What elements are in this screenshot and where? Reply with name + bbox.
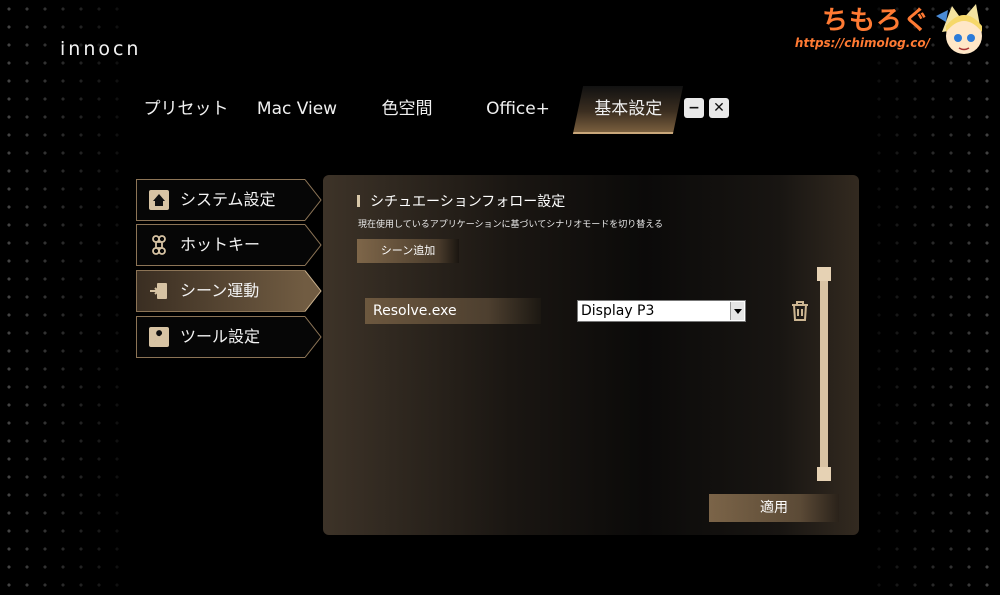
sidebar-item-system-settings[interactable]: システム設定 <box>136 179 322 221</box>
watermark-url: https://chimolog.co/ <box>794 36 930 50</box>
wrench-icon <box>149 327 169 347</box>
sidebar-item-label: システム設定 <box>180 190 276 209</box>
select-value: Display P3 <box>581 303 655 319</box>
watermark: ちもろぐ https://chimolog.co/ <box>795 6 930 50</box>
title-marker <box>357 195 360 207</box>
panel-title: シチュエーションフォロー設定 <box>370 194 566 210</box>
door-enter-icon <box>150 283 167 299</box>
tab-presets[interactable]: プリセット <box>130 86 242 132</box>
sidebar-item-tool-settings[interactable]: ツール設定 <box>136 316 322 358</box>
app-logo: innocn <box>60 38 142 60</box>
scene-app-name: Resolve.exe <box>365 298 541 324</box>
tab-mac-view[interactable]: Mac View <box>243 86 351 132</box>
home-icon <box>149 190 169 210</box>
sidebar-arrow-shape <box>305 224 322 266</box>
scene-follow-panel: シチュエーションフォロー設定 現在使用しているアプリケーションに基づいてシナリオ… <box>323 175 859 535</box>
mascot-avatar-icon <box>936 4 982 54</box>
sidebar-item-hotkeys[interactable]: ホットキー <box>136 224 322 266</box>
sidebar-item-label: シーン運動 <box>180 281 260 300</box>
sidebar-arrow-shape <box>305 179 322 221</box>
dot-pattern-left <box>0 0 130 595</box>
add-scene-button[interactable]: シーン追加 <box>357 239 459 263</box>
scrollbar[interactable] <box>820 268 828 479</box>
sidebar-arrow-shape <box>305 316 322 358</box>
sidebar-arrow-shape <box>305 270 322 312</box>
sidebar-item-label: ツール設定 <box>180 327 261 346</box>
scrollbar-bottom-cap[interactable] <box>817 467 831 481</box>
tab-label: Mac View <box>256 99 338 119</box>
chevron-down-icon[interactable] <box>730 302 744 320</box>
scene-mode-select[interactable]: Display P3 <box>577 300 746 322</box>
sidebar-item-scene-linking[interactable]: シーン運動 <box>136 270 322 312</box>
dot-pattern-right <box>870 0 1000 595</box>
apply-button[interactable]: 適用 <box>709 494 839 522</box>
tab-label: プリセット <box>143 99 229 119</box>
tab-office-plus[interactable]: Office+ <box>463 86 573 132</box>
tab-label: Office+ <box>486 99 550 119</box>
trash-icon[interactable] <box>790 300 810 322</box>
tab-label: 色空間 <box>381 99 433 119</box>
sidebar-item-label: ホットキー <box>180 235 261 254</box>
panel-description: 現在使用しているアプリケーションに基づいてシナリオモードを切り替える <box>358 220 664 230</box>
tab-basic-settings[interactable]: 基本設定 <box>572 86 684 134</box>
close-button[interactable]: ✕ <box>709 98 729 118</box>
minimize-button[interactable]: − <box>684 98 704 118</box>
watermark-title: ちもろぐ <box>821 6 930 36</box>
command-key-icon <box>152 235 166 255</box>
tab-label: 基本設定 <box>594 99 663 119</box>
tab-color-space[interactable]: 色空間 <box>352 86 462 132</box>
scrollbar-top-cap[interactable] <box>817 267 831 281</box>
